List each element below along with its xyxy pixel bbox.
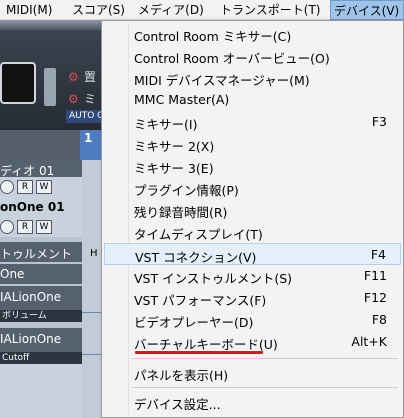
transport-panel: ⚙ ⚙ 置 ミ AUTO C bbox=[0, 30, 110, 130]
menu-item-label: プラグイン情報(P) bbox=[134, 183, 239, 198]
menu-item-label: ミキサー 3(E) bbox=[134, 161, 214, 176]
monitor-icon[interactable]: ⚙ bbox=[68, 92, 79, 106]
track-name: トゥルメント bbox=[0, 247, 73, 261]
menu-item-time-display[interactable]: タイムディスプレイ(T) bbox=[104, 221, 401, 243]
track-row[interactable]: トゥルメント bbox=[0, 242, 82, 262]
menu-item-label: MIDI デバイスマネージャー(M) bbox=[134, 73, 310, 88]
automation-label: Cutoff bbox=[0, 352, 82, 364]
menu-item-vst-performance[interactable]: VST パフォーマンス(F) F12 bbox=[104, 287, 401, 309]
menu-item-label: デバイス設定... bbox=[134, 397, 221, 412]
menu-item-shortcut: Alt+K bbox=[351, 334, 387, 349]
track-name: IALionOne bbox=[0, 332, 62, 346]
monitor-button[interactable] bbox=[0, 180, 14, 194]
menu-item-control-room-mixer[interactable]: Control Room ミキサー(C) bbox=[104, 23, 401, 45]
menu-transport[interactable]: トランスポート(T) bbox=[220, 0, 320, 20]
track-row[interactable]: One bbox=[0, 264, 82, 284]
write-button[interactable]: W bbox=[36, 180, 52, 194]
menu-item-remaining-record-time[interactable]: 残り録音時間(R) bbox=[104, 199, 401, 221]
automation-label: ボリューム bbox=[0, 310, 82, 322]
menu-item-device-setup[interactable]: デバイス設定... bbox=[104, 391, 401, 413]
menu-item-label: ミキサー(I) bbox=[134, 117, 198, 132]
menu-item-vst-connections[interactable]: VST コネクション(V) F4 bbox=[104, 243, 401, 265]
annotation-underline-virtual-keyboard bbox=[135, 351, 263, 354]
menu-item-shortcut: F4 bbox=[370, 247, 386, 262]
menu-item-mixer-3[interactable]: ミキサー 3(E) bbox=[104, 155, 401, 177]
menu-separator bbox=[132, 358, 398, 359]
menu-item-shortcut: F3 bbox=[371, 114, 387, 129]
menu-devices[interactable]: デバイス(V) bbox=[330, 0, 404, 20]
menu-item-midi-device-manager[interactable]: MIDI デバイスマネージャー(M) bbox=[104, 67, 401, 89]
menu-item-label: Control Room オーバービュー(O) bbox=[134, 51, 330, 66]
menu-item-control-room-overview[interactable]: Control Room オーバービュー(O) bbox=[104, 45, 401, 67]
menu-item-label: VST コネクション(V) bbox=[135, 250, 257, 265]
menu-item-mixer[interactable]: ミキサー(I) F3 bbox=[104, 111, 401, 133]
read-button[interactable]: R bbox=[17, 180, 33, 194]
transport-label-1: 置 bbox=[84, 70, 97, 84]
menu-item-virtual-keyboard[interactable]: バーチャルキーボード(U) Alt+K bbox=[104, 331, 401, 353]
track-row[interactable]: onOne 01 bbox=[0, 197, 82, 217]
menu-item-mmc-master[interactable]: MMC Master(A) bbox=[104, 89, 401, 111]
menu-item-label: MMC Master(A) bbox=[134, 92, 230, 107]
menu-item-label: VST パフォーマンス(F) bbox=[134, 293, 267, 308]
menu-item-video-player[interactable]: ビデオプレーヤー(D) F8 bbox=[104, 309, 401, 331]
menu-item-mixer-2[interactable]: ミキサー 2(X) bbox=[104, 133, 401, 155]
menu-bar: MIDI(M) スコア(S) メディア(D) トランスポート(T) デバイス(V… bbox=[0, 0, 404, 20]
track-name: IALionOne bbox=[0, 290, 62, 304]
record-icon[interactable]: ⚙ bbox=[68, 70, 79, 84]
track-name: onOne 01 bbox=[0, 200, 65, 214]
fader-knob[interactable] bbox=[44, 68, 56, 106]
track-name: ディオ 01 bbox=[0, 164, 55, 177]
menu-item-label: ビデオプレーヤー(D) bbox=[134, 315, 254, 330]
menu-item-plugin-info[interactable]: プラグイン情報(P) bbox=[104, 177, 401, 199]
transport-label-2: ミ bbox=[84, 92, 97, 106]
menu-item-shortcut: F11 bbox=[363, 268, 387, 283]
track-row[interactable]: ディオ 01 bbox=[0, 160, 82, 177]
track-row bbox=[0, 364, 82, 418]
read-button[interactable]: R bbox=[17, 220, 33, 234]
menu-item-label: ミキサー 2(X) bbox=[134, 139, 215, 154]
track-row[interactable]: IALionOne Cutoff bbox=[0, 328, 82, 364]
menu-item-label: 残り録音時間(R) bbox=[134, 205, 228, 220]
devices-dropdown-menu: Control Room ミキサー(C) Control Room オーバービュ… bbox=[101, 20, 404, 418]
display-panel bbox=[0, 62, 36, 104]
menu-item-label: Control Room ミキサー(C) bbox=[134, 29, 292, 44]
menu-score[interactable]: スコア(S) bbox=[72, 0, 125, 20]
menu-item-shortcut: F12 bbox=[363, 290, 387, 305]
write-button[interactable]: W bbox=[36, 220, 52, 234]
track-row[interactable]: IALionOne ボリューム bbox=[0, 286, 82, 322]
menu-item-vst-instruments[interactable]: VST インストゥルメント(S) F11 bbox=[104, 265, 401, 287]
menu-midi[interactable]: MIDI(M) bbox=[6, 0, 52, 20]
menu-media[interactable]: メディア(D) bbox=[138, 0, 204, 20]
menu-item-shortcut: F8 bbox=[371, 312, 387, 327]
menu-separator bbox=[132, 387, 398, 388]
track-row-controls: R W bbox=[0, 177, 82, 197]
toolbar-strip bbox=[0, 20, 110, 30]
track-list: ディオ 01 R W onOne 01 R W トゥルメント One IALio… bbox=[0, 160, 82, 418]
menu-item-show-panel[interactable]: パネルを表示(H) bbox=[104, 362, 401, 384]
track-name: One bbox=[0, 267, 25, 281]
menu-item-label: VST インストゥルメント(S) bbox=[134, 271, 293, 286]
monitor-button[interactable] bbox=[0, 220, 14, 234]
menu-item-label: タイムディスプレイ(T) bbox=[134, 227, 263, 242]
lane-label: H bbox=[90, 248, 98, 259]
track-row-controls: R W bbox=[0, 217, 82, 237]
screen: ⚙ ⚙ 置 ミ AUTO C 1 ディオ 01 R W onOne 01 R W… bbox=[0, 0, 404, 418]
menu-item-label: パネルを表示(H) bbox=[134, 368, 229, 383]
